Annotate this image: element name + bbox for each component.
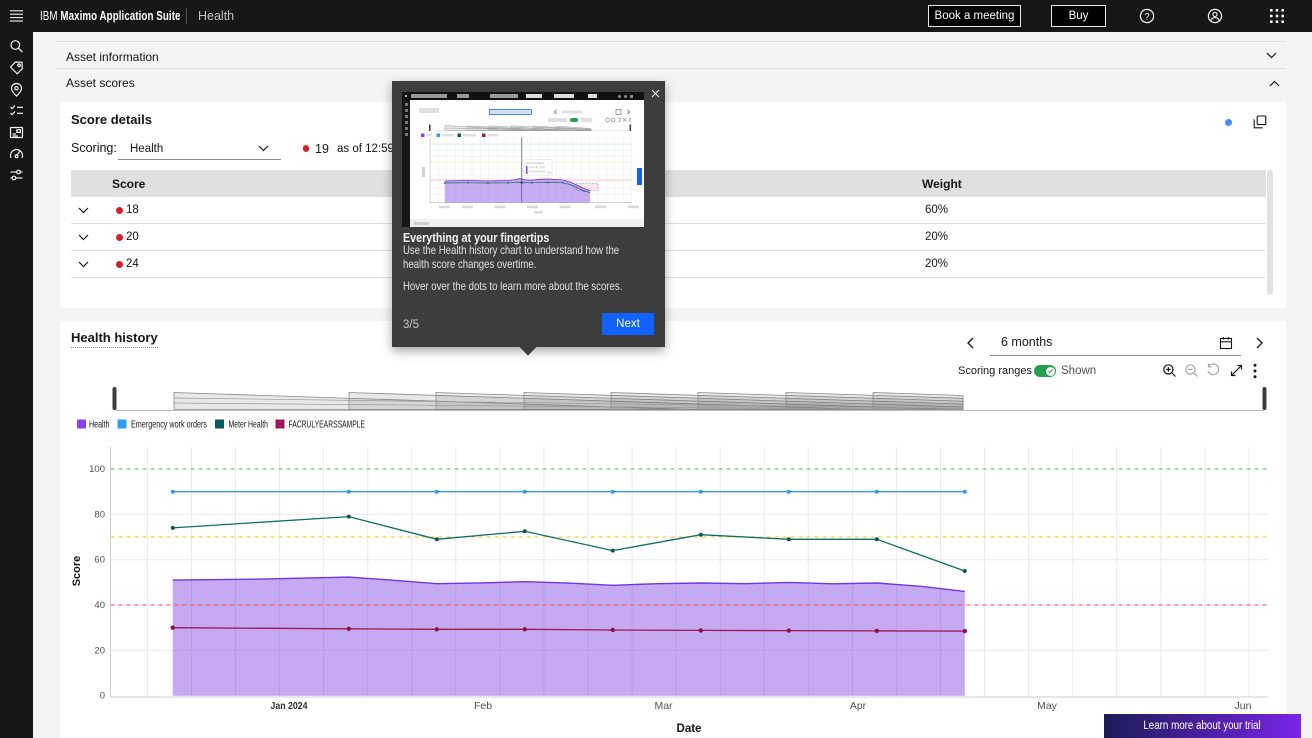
svg-text:FACRULYEARSSAMPLE: FACRULYEARSSAMPLE	[289, 420, 366, 431]
svg-text:80: 80	[94, 509, 105, 520]
svg-text:100: 100	[89, 464, 105, 475]
svg-text:Health: Health	[89, 420, 110, 431]
svg-text:Date: Date	[677, 723, 702, 735]
svg-text:Score: Score	[71, 556, 83, 587]
svg-text:Emergency work orders: Emergency work orders	[131, 420, 207, 431]
svg-text:Mar: Mar	[654, 700, 673, 712]
svg-text:Meter Health: Meter Health	[229, 420, 269, 431]
svg-text:May: May	[1037, 700, 1058, 712]
svg-text:Jan 2024: Jan 2024	[271, 700, 308, 712]
svg-text:Feb: Feb	[474, 700, 492, 712]
svg-text:40: 40	[94, 600, 105, 611]
svg-text:?: ?	[1144, 11, 1149, 22]
svg-text:Jun: Jun	[1235, 700, 1252, 712]
svg-text:0: 0	[100, 691, 105, 702]
svg-text:60: 60	[94, 555, 105, 566]
svg-text:Apr: Apr	[850, 700, 867, 712]
svg-text:20: 20	[94, 645, 105, 656]
